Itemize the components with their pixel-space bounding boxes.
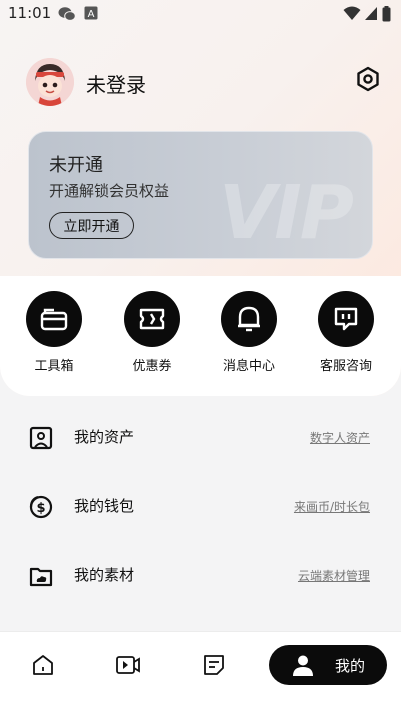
menu-item-label: 我的钱包 <box>74 497 135 515</box>
menu-item-materials[interactable]: 我的素材 云端素材管理 <box>28 555 372 595</box>
video-icon[interactable] <box>115 652 141 678</box>
portrait-icon <box>29 426 53 450</box>
quick-action-label: 消息中心 <box>222 359 275 374</box>
quick-action-coupon[interactable]: 优惠券 <box>124 291 180 374</box>
home-icon[interactable] <box>30 652 56 678</box>
nav-tab-mine[interactable]: 我的 <box>269 645 387 685</box>
messages-button[interactable] <box>221 291 277 347</box>
user-icon <box>292 655 313 676</box>
menu-item-label: 我的素材 <box>74 566 135 584</box>
menu-item-label: 我的资产 <box>74 428 135 446</box>
note-icon[interactable] <box>201 652 227 678</box>
page: 11:01 A 未登录 VIP 未开通 开通解锁会员权益 立即开通 工具箱 优惠… <box>0 0 401 712</box>
vip-watermark: VIP <box>219 170 354 256</box>
quick-action-label: 客服咨询 <box>319 359 372 374</box>
chat-icon <box>334 307 358 331</box>
toolbox-icon <box>40 308 68 331</box>
avatar[interactable] <box>26 58 74 106</box>
wallet-icon: $ <box>29 495 53 519</box>
coupon-icon <box>139 308 165 330</box>
quick-action-support[interactable]: 客服咨询 <box>318 291 374 374</box>
svg-text:$: $ <box>36 501 45 516</box>
coupon-button[interactable] <box>124 291 180 347</box>
battery-icon <box>382 6 391 22</box>
quick-action-messages[interactable]: 消息中心 <box>221 291 277 374</box>
quick-action-label: 工具箱 <box>34 359 74 374</box>
cloud-folder-icon <box>29 567 53 587</box>
signal-icon <box>365 7 377 20</box>
svg-text:A: A <box>88 9 95 20</box>
bell-icon <box>238 306 260 332</box>
menu-item-assets[interactable]: 我的资产 数字人资产 <box>28 417 372 457</box>
vip-subtitle: 开通解锁会员权益 <box>49 182 170 200</box>
menu-item-wallet[interactable]: $ 我的钱包 来画币/时长包 <box>28 486 372 526</box>
wechat-icon <box>58 7 76 21</box>
avatar-image <box>26 58 74 106</box>
bottom-nav: 我的 <box>0 631 401 712</box>
quick-action-label: 优惠券 <box>132 359 172 374</box>
wifi-icon <box>343 6 361 20</box>
activate-vip-button[interactable]: 立即开通 <box>49 212 134 239</box>
digital-human-assets-link[interactable]: 数字人资产 <box>310 429 370 446</box>
user-name[interactable]: 未登录 <box>86 69 146 98</box>
a-icon: A <box>84 6 98 20</box>
support-button[interactable] <box>318 291 374 347</box>
vip-banner[interactable]: VIP 未开通 开通解锁会员权益 立即开通 <box>28 131 373 259</box>
toolbox-button[interactable] <box>26 291 82 347</box>
status-bar: 11:01 A <box>0 0 401 28</box>
vip-status-title: 未开通 <box>49 155 103 176</box>
nav-tab-label: 我的 <box>334 656 365 675</box>
status-time: 11:01 <box>8 4 52 22</box>
coins-duration-link[interactable]: 来画币/时长包 <box>294 498 370 515</box>
quick-action-toolbox[interactable]: 工具箱 <box>26 291 82 374</box>
settings-button[interactable] <box>354 65 382 93</box>
gear-icon <box>357 66 379 92</box>
cloud-materials-link[interactable]: 云端素材管理 <box>298 567 370 584</box>
